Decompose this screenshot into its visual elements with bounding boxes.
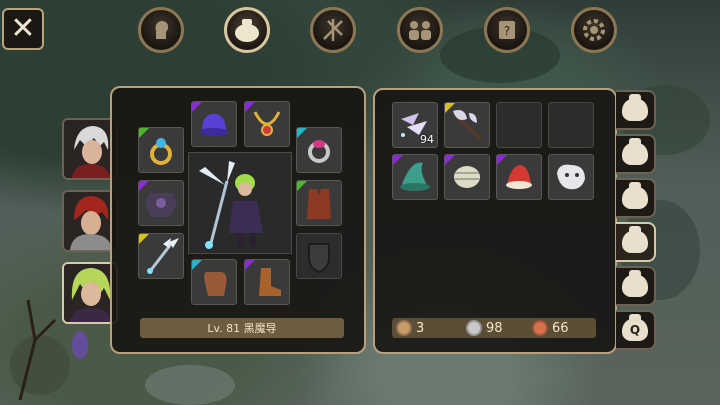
rarity-marker <box>245 260 255 270</box>
inventory-bag-icon <box>235 19 259 42</box>
rarity-marker <box>245 102 255 112</box>
bag-tab-1[interactable] <box>616 90 656 130</box>
bag-icon <box>622 270 648 297</box>
silver-amount: 98 <box>486 320 503 336</box>
character-icon <box>155 21 169 39</box>
red-amount: 66 <box>552 320 569 336</box>
bag-tab-3[interactable] <box>616 178 656 218</box>
inventory-slot[interactable]: 94 <box>392 102 438 148</box>
rarity-marker <box>393 155 403 165</box>
bag-tab-2[interactable] <box>616 134 656 174</box>
equip-slot-gloves[interactable] <box>191 259 237 305</box>
silver-currency: 98 <box>466 320 532 336</box>
rarity-marker <box>297 128 307 138</box>
quest-bag-label: Q <box>629 323 641 337</box>
bronze-coin-icon <box>396 320 412 336</box>
party-icon <box>409 21 431 40</box>
bag-tab-4[interactable] <box>616 222 656 262</box>
bag-icon <box>622 182 648 209</box>
equip-slot-offhand[interactable] <box>296 233 342 279</box>
inventory-slot[interactable] <box>548 154 594 200</box>
bag-icon <box>622 226 648 253</box>
rarity-marker <box>445 103 455 113</box>
close-icon: ✕ <box>10 11 36 46</box>
inventory-slot[interactable] <box>444 154 490 200</box>
equip-slot-ring-right[interactable] <box>296 127 342 173</box>
bag-icon <box>622 138 648 165</box>
item-count: 94 <box>420 133 434 146</box>
character-tab-button[interactable] <box>138 7 184 53</box>
bronze-currency: 3 <box>396 320 466 336</box>
rarity-marker <box>139 234 149 244</box>
equip-slot-helmet[interactable] <box>191 101 237 147</box>
close-button[interactable]: ✕ <box>2 8 44 50</box>
inventory-slot[interactable] <box>392 154 438 200</box>
svg-text:?: ? <box>504 24 510 38</box>
inventory-slot-empty[interactable] <box>496 102 542 148</box>
quest-scroll-icon: ? <box>499 21 515 39</box>
rarity-marker <box>497 155 507 165</box>
rarity-marker <box>139 128 149 138</box>
settings-gear-icon <box>583 19 605 41</box>
bag-icon <box>622 94 648 121</box>
equip-slot-armor[interactable] <box>138 180 184 226</box>
rarity-marker <box>139 181 149 191</box>
red-currency: 66 <box>532 320 569 336</box>
character-sprite <box>199 161 263 249</box>
rarity-marker <box>445 155 455 165</box>
inventory-tab-button[interactable] <box>224 7 270 53</box>
bag-tab-5[interactable] <box>616 266 656 306</box>
currency-bar: 3 98 66 <box>392 318 596 338</box>
red-coin-icon <box>532 320 548 336</box>
equip-slot-weapon[interactable] <box>138 233 184 279</box>
green-hair-mage-avatar <box>64 264 116 322</box>
quest-bag-tab[interactable]: Q <box>616 310 656 350</box>
skills-icon <box>323 19 343 41</box>
inventory-slot[interactable] <box>444 102 490 148</box>
bronze-amount: 3 <box>416 320 425 336</box>
empty-shield-icon <box>308 243 330 274</box>
rarity-marker <box>192 102 202 112</box>
inventory-slot[interactable] <box>496 154 542 200</box>
settings-tab-button[interactable] <box>571 7 617 53</box>
silver-coin-icon <box>466 320 482 336</box>
skills-tab-button[interactable] <box>310 7 356 53</box>
equip-slot-necklace[interactable] <box>244 101 290 147</box>
white-hair-hero-avatar <box>64 120 116 178</box>
rarity-marker <box>192 260 202 270</box>
quest-bag-icon: Q <box>622 314 648 341</box>
equip-slot-cloak[interactable] <box>296 180 342 226</box>
red-hair-knight-avatar <box>64 192 116 250</box>
white-beast-mask-icon <box>557 164 585 190</box>
equip-slot-boots[interactable] <box>244 259 290 305</box>
character-preview <box>188 152 292 254</box>
quest-tab-button[interactable]: ? <box>484 7 530 53</box>
party-tab-button[interactable] <box>397 7 443 53</box>
character-level-label: Lv. 81 黑魔导 <box>140 318 344 338</box>
equip-slot-ring-left[interactable] <box>138 127 184 173</box>
inventory-slot-empty[interactable] <box>548 102 594 148</box>
rarity-marker <box>297 181 307 191</box>
